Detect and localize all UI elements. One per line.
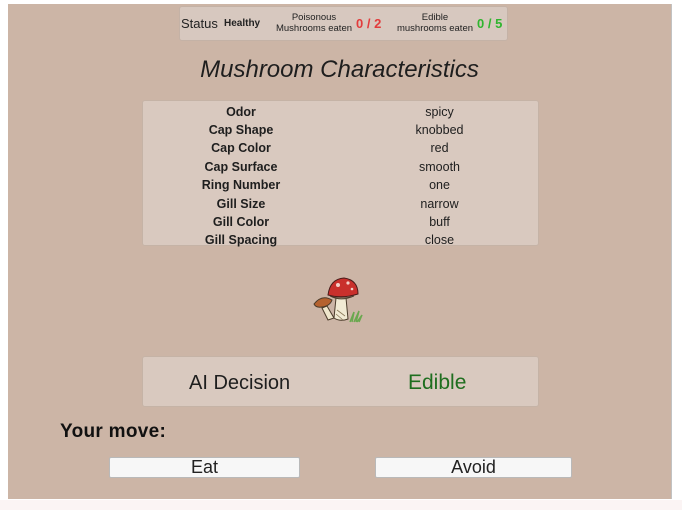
ai-decision-panel: AI Decision Edible [142, 356, 539, 407]
edible-eaten-label-line2: mushrooms eaten [396, 23, 474, 34]
your-move-label: Your move: [60, 421, 167, 442]
characteristic-name: Cap Color [211, 141, 271, 155]
edible-eaten-count: 0 / 5 [477, 16, 503, 31]
poisonous-eaten-count: 0 / 2 [356, 16, 382, 31]
characteristics-panel: Odor spicy Cap Shape knobbed Cap Color r… [142, 100, 539, 247]
eat-button[interactable]: Eat [109, 457, 300, 478]
characteristic-row: Odor spicy [143, 105, 538, 123]
characteristic-name: Ring Number [201, 178, 281, 192]
bottom-strip [0, 500, 682, 510]
edible-eaten-label: Edible mushrooms eaten [391, 12, 479, 34]
characteristic-value: smooth [419, 160, 460, 174]
characteristic-row: Cap Surface smooth [143, 160, 538, 178]
poisonous-eaten-label-line2: Mushrooms eaten [275, 23, 353, 34]
status-label: Status [181, 16, 218, 31]
poisonous-eaten-label-line1: Poisonous [291, 12, 337, 23]
characteristic-name: Odor [226, 105, 256, 119]
status-value: Healthy [224, 18, 261, 29]
characteristic-row: Gill Color buff [143, 215, 538, 233]
characteristic-value: close [424, 233, 455, 247]
ai-decision-value: Edible [408, 371, 467, 394]
status-bar: Status Healthy Poisonous Mushrooms eaten… [179, 6, 508, 41]
characteristic-value: buff [429, 215, 450, 229]
page-title: Mushroom Characteristics [200, 56, 479, 83]
avoid-button[interactable]: Avoid [375, 457, 572, 478]
poisonous-eaten-label: Poisonous Mushrooms eaten [269, 12, 359, 34]
edible-eaten-label-line1: Edible [421, 12, 449, 23]
characteristic-name: Cap Shape [208, 123, 274, 137]
characteristic-row: Cap Color red [143, 141, 538, 159]
characteristic-row: Gill Size narrow [143, 197, 538, 215]
ai-decision-label: AI Decision [189, 372, 291, 394]
characteristic-row: Gill Spacing close [143, 233, 538, 251]
characteristic-row: Cap Shape knobbed [143, 123, 538, 141]
characteristic-value: one [429, 178, 450, 192]
game-area: Status Healthy Poisonous Mushrooms eaten… [8, 4, 672, 499]
characteristic-name: Gill Color [212, 215, 270, 229]
characteristic-value: spicy [425, 105, 454, 119]
mushroom-icon [313, 277, 363, 323]
characteristic-name: Gill Spacing [204, 233, 278, 247]
characteristic-name: Gill Size [216, 197, 266, 211]
characteristic-value: red [430, 141, 449, 155]
characteristic-name: Cap Surface [204, 160, 278, 174]
characteristic-value: knobbed [415, 123, 464, 137]
characteristic-row: Ring Number one [143, 178, 538, 196]
characteristic-value: narrow [420, 197, 459, 211]
